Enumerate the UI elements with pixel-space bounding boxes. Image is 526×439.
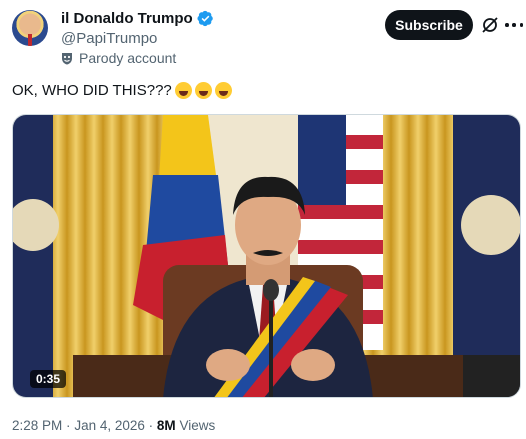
tweet-header: il Donaldo Trumpo @PapiTrumpo Parody acc…	[12, 8, 523, 72]
parody-label: Parody account	[61, 50, 176, 66]
author-avatar[interactable]	[12, 10, 48, 46]
author-display-name[interactable]: il Donaldo Trumpo	[61, 10, 193, 27]
tweet-text-row: OK, WHO DID THIS???	[12, 82, 232, 99]
author-name-row[interactable]: il Donaldo Trumpo	[61, 10, 214, 27]
verified-badge-icon[interactable]	[197, 10, 214, 27]
meta-separator: ·	[66, 418, 71, 433]
video-thumbnail	[13, 115, 520, 397]
tweet-time[interactable]: 2:28 PM	[12, 418, 62, 433]
account-label: Parody account	[79, 50, 177, 66]
grok-icon[interactable]	[481, 16, 499, 34]
rofl-emoji-icon	[214, 82, 232, 99]
tweet-text: OK, WHO DID THIS???	[12, 82, 172, 99]
parody-mask-icon	[62, 52, 72, 64]
video-duration: 0:35	[30, 370, 67, 388]
views-label: Views	[179, 418, 216, 433]
more-options-icon[interactable]	[505, 14, 523, 36]
tweet-date[interactable]: Jan 4, 2026	[74, 418, 145, 433]
subscribe-button[interactable]: Subscribe	[385, 10, 473, 40]
author-handle[interactable]: @PapiTrumpo	[61, 30, 157, 47]
tweet-metadata: 2:28 PM · Jan 4, 2026 · 8M Views	[12, 418, 215, 433]
rofl-emoji-icon	[194, 82, 212, 99]
rofl-emoji-icon	[174, 82, 192, 99]
meta-separator: ·	[148, 418, 154, 433]
video-player[interactable]: 0:35	[12, 114, 521, 398]
views-count[interactable]: 8M	[157, 418, 176, 433]
